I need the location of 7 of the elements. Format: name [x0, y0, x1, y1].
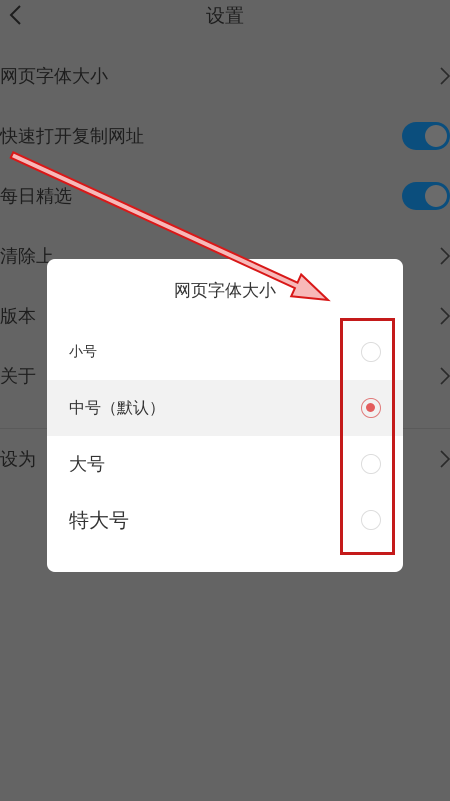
screen-title: 设置: [206, 4, 244, 29]
dialog-title: 网页字体大小: [173, 280, 277, 303]
setting-label: 网页字体大小: [0, 65, 108, 88]
setting-label: 关于: [0, 365, 36, 388]
setting-label: 设为: [0, 448, 36, 471]
setting-label: 每日精选: [0, 185, 72, 208]
setting-label: 版本: [0, 305, 36, 328]
